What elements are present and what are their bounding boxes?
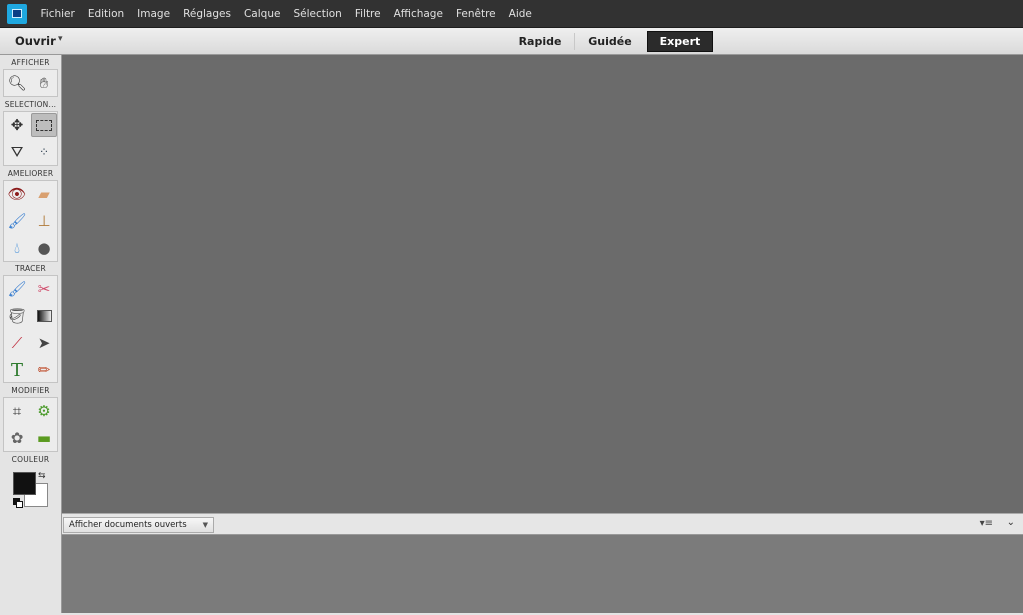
pencil-tool-icon[interactable]: ✏︎ — [31, 358, 57, 382]
move-tool-icon[interactable]: ✥ — [4, 113, 30, 137]
photo-bin-bar: Afficher documents ouverts ▼ ▾≡ ⌄ — [62, 513, 1023, 535]
section-tracer: TRACER — [15, 264, 46, 273]
collapse-bin-icon[interactable]: ⌄ — [1007, 517, 1015, 528]
brush-tool-icon[interactable]: 🖌︎ — [4, 277, 30, 301]
gradient-tool-icon[interactable] — [31, 304, 57, 328]
bin-options-menu-icon[interactable]: ▾≡ — [980, 518, 993, 529]
tools-panel: AFFICHER 🔍︎ ✋︎ SELECTION... ✥ ⛛ ⁘ AMELIO… — [0, 55, 62, 615]
app-logo-icon — [7, 3, 27, 24]
menu-calque[interactable]: Calque — [237, 8, 286, 20]
eraser-tool-icon[interactable]: ✂︎ — [31, 277, 57, 301]
sponge-tool-icon[interactable]: ● — [31, 236, 57, 260]
mode-toolbar: Ouvrir ▾ Rapide Guidée Expert — [0, 28, 1023, 55]
tab-rapide[interactable]: Rapide — [512, 31, 568, 52]
section-couleur: COULEUR — [11, 455, 50, 464]
menu-bar: Fichier Edition Image Réglages Calque Sé… — [0, 0, 1023, 28]
hand-tool-icon[interactable]: ✋︎ — [31, 71, 57, 95]
section-selection: SELECTION... — [4, 100, 57, 109]
straighten-tool-icon[interactable]: ▬ — [31, 426, 57, 450]
bin-select-value: Afficher documents ouverts — [69, 520, 187, 530]
spot-healing-brush-icon[interactable]: ▰ — [31, 182, 57, 206]
divider — [574, 33, 575, 50]
shape-selection-icon[interactable]: ➤ — [31, 331, 57, 355]
tab-guidee[interactable]: Guidée — [582, 31, 638, 52]
menu-fenetre[interactable]: Fenêtre — [449, 8, 502, 20]
cookie-cutter-icon[interactable]: ✿ — [4, 426, 30, 450]
menu-affichage[interactable]: Affichage — [387, 8, 449, 20]
type-tool-icon[interactable]: T — [4, 358, 30, 382]
eyedropper-icon[interactable]: ⟋ — [4, 331, 30, 355]
section-afficher: AFFICHER — [11, 58, 50, 67]
menu-reglages[interactable]: Réglages — [177, 8, 238, 20]
red-eye-tool-icon[interactable]: 👁︎ — [4, 182, 30, 206]
tab-expert[interactable]: Expert — [647, 31, 713, 52]
lasso-tool-icon[interactable]: ⛛ — [4, 140, 30, 164]
open-button[interactable]: Ouvrir — [15, 34, 56, 48]
rectangular-marquee-tool-icon[interactable] — [31, 113, 57, 137]
chevron-down-icon: ▼ — [202, 521, 208, 529]
section-modifier: MODIFIER — [11, 386, 50, 395]
blur-tool-icon[interactable]: 💧︎ — [4, 236, 30, 260]
default-colors-icon-bg[interactable] — [16, 501, 23, 508]
canvas-area[interactable] — [62, 55, 1023, 513]
menu-selection[interactable]: Sélection — [287, 8, 348, 20]
menu-fichier[interactable]: Fichier — [34, 8, 81, 20]
quick-selection-tool-icon[interactable]: ⁘ — [31, 140, 57, 164]
crop-tool-icon[interactable]: ⌗ — [4, 399, 30, 423]
paint-bucket-icon[interactable]: 🪣︎ — [4, 304, 30, 328]
zoom-tool-icon[interactable]: 🔍︎ — [4, 71, 30, 95]
open-dropdown-icon[interactable]: ▾ — [58, 34, 63, 44]
section-ameliorer: AMELIORER — [7, 169, 54, 178]
recompose-tool-icon[interactable]: ⚙︎ — [31, 399, 57, 423]
photo-bin — [62, 535, 1023, 613]
menu-edition[interactable]: Edition — [81, 8, 130, 20]
swap-colors-icon[interactable]: ⇆ — [38, 471, 46, 481]
smart-brush-icon[interactable]: 🖌︎ — [4, 209, 30, 233]
clone-stamp-icon[interactable]: ⊥ — [31, 209, 57, 233]
foreground-color-swatch[interactable] — [13, 472, 36, 495]
menu-aide[interactable]: Aide — [502, 8, 538, 20]
menu-image[interactable]: Image — [131, 8, 177, 20]
menu-filtre[interactable]: Filtre — [348, 8, 387, 20]
bin-documents-select[interactable]: Afficher documents ouverts ▼ — [63, 517, 214, 533]
